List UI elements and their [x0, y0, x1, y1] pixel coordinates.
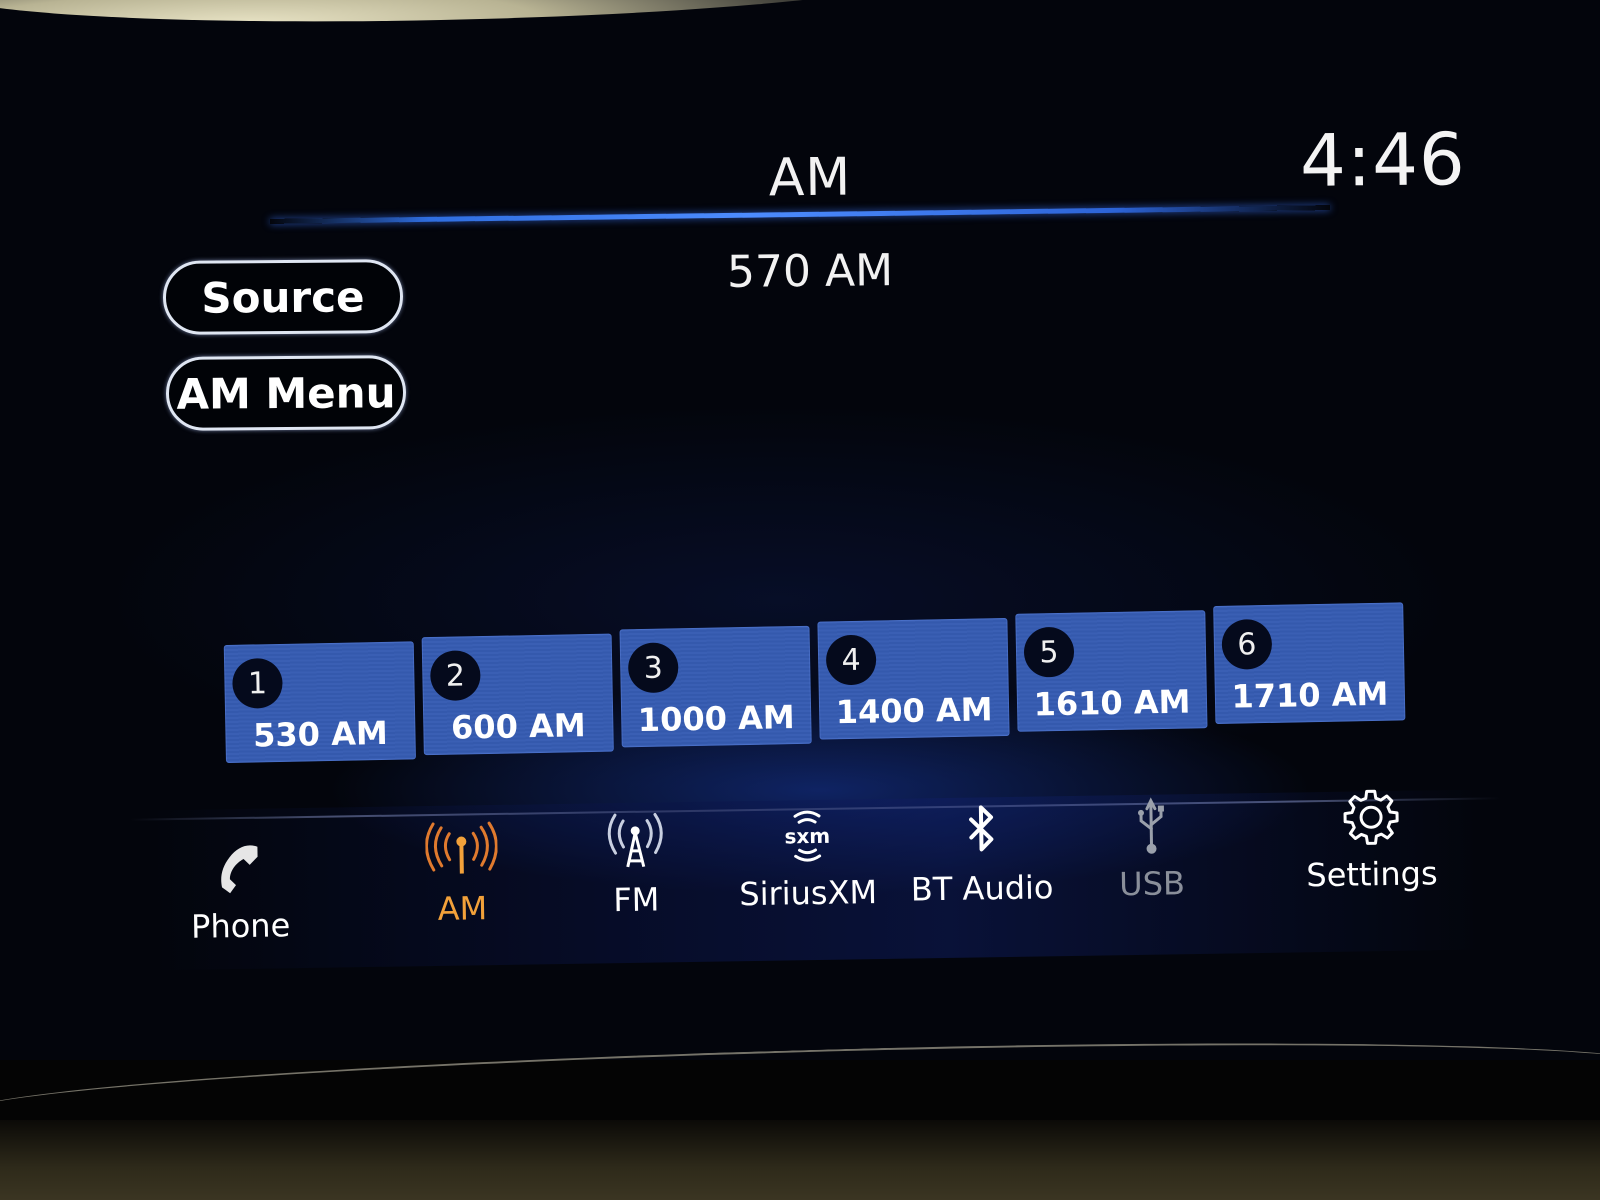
dashboard-surface — [0, 1120, 1600, 1200]
nav-label: SiriusXM — [739, 873, 878, 914]
nav-label: Phone — [190, 906, 291, 946]
nav-item-settings[interactable]: Settings — [1281, 784, 1463, 895]
current-station: 570 AM — [726, 245, 894, 298]
preset-button-4[interactable]: 4 1400 AM — [817, 617, 1010, 740]
preset-button-1[interactable]: 1 530 AM — [223, 641, 416, 763]
infotainment-screen: AM 4:46 570 AM Source AM Menu 1 530 AM 2… — [0, 0, 1600, 1060]
gear-icon — [1343, 789, 1399, 845]
nav-label: AM — [437, 889, 488, 928]
nav-item-usb[interactable]: USB — [1061, 793, 1243, 904]
preset-button-2[interactable]: 2 600 AM — [421, 633, 614, 756]
phone-icon — [221, 845, 258, 894]
nav-item-phone[interactable]: Phone — [149, 836, 331, 947]
source-title: AM — [768, 147, 852, 209]
preset-frequency: 530 AM — [252, 713, 389, 755]
nav-item-bt-audio[interactable]: BT Audio — [891, 798, 1073, 909]
nav-item-am[interactable]: AM — [371, 818, 553, 929]
preset-number-badge: 1 — [232, 657, 283, 709]
preset-frequency: 1000 AM — [637, 698, 795, 740]
siriusxm-icon: sxm — [784, 810, 830, 862]
bluetooth-icon — [969, 805, 994, 852]
nav-label: FM — [612, 880, 660, 920]
preset-frequency: 1710 AM — [1231, 674, 1389, 716]
am-antenna-icon — [425, 821, 498, 874]
preset-number-badge: 5 — [1023, 626, 1075, 678]
siriusxm-icon-text: sxm — [784, 824, 830, 849]
preset-frequency: 1610 AM — [1033, 682, 1191, 724]
nav-item-siriusxm[interactable]: sxm SiriusXM — [717, 803, 899, 914]
nav-label: USB — [1118, 864, 1186, 904]
preset-frequency: 1400 AM — [835, 690, 993, 732]
preset-button-3[interactable]: 3 1000 AM — [619, 625, 812, 748]
am-menu-button[interactable]: AM Menu — [165, 355, 407, 431]
preset-button-5[interactable]: 5 1610 AM — [1015, 610, 1208, 732]
preset-frequency: 600 AM — [450, 706, 586, 747]
nav-item-fm[interactable]: FM — [545, 809, 727, 920]
nav-label: Settings — [1306, 854, 1438, 895]
usb-icon — [1137, 797, 1164, 854]
bottom-nav-bar: Phone AM FM sxm SiriusXM BT Audio USB Se… — [148, 789, 1482, 971]
preset-number-badge: 4 — [825, 634, 877, 686]
photo-frame: AM 4:46 570 AM Source AM Menu 1 530 AM 2… — [0, 0, 1600, 1200]
preset-number-badge: 6 — [1221, 618, 1273, 670]
source-button[interactable]: Source — [162, 259, 404, 335]
preset-number-badge: 3 — [627, 642, 679, 694]
nav-label: BT Audio — [910, 868, 1054, 909]
preset-button-6[interactable]: 6 1710 AM — [1213, 602, 1406, 724]
preset-bar: 1 530 AM 2 600 AM 3 1000 AM 4 1400 AM 5 … — [223, 602, 1406, 763]
preset-number-badge: 2 — [429, 650, 481, 702]
fm-tower-icon — [607, 813, 663, 868]
clock: 4:46 — [1299, 117, 1467, 203]
